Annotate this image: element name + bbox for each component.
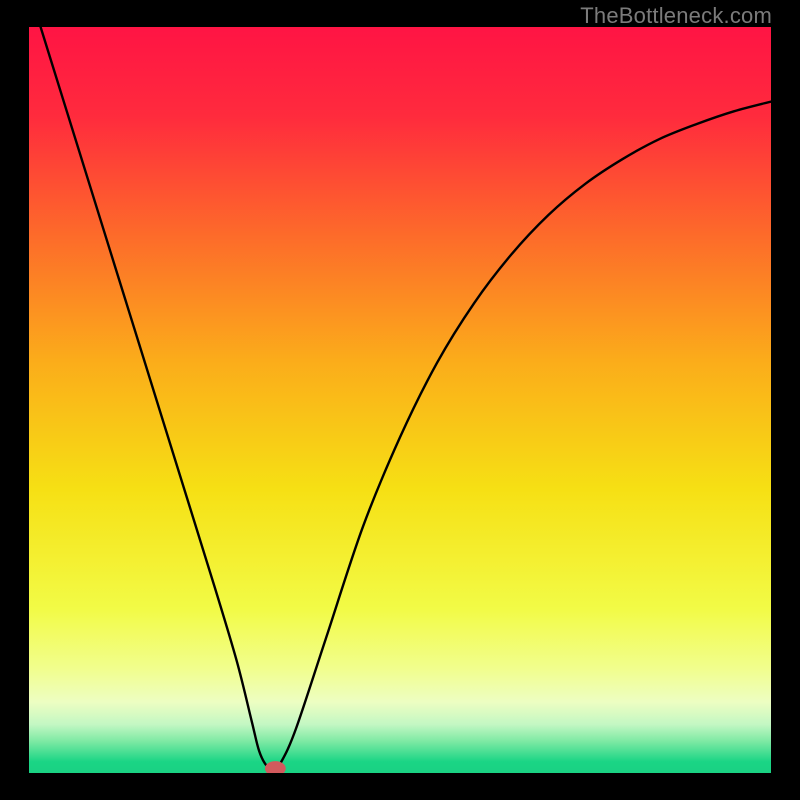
plot-area — [29, 27, 771, 773]
chart-frame: TheBottleneck.com — [0, 0, 800, 800]
watermark-text: TheBottleneck.com — [580, 3, 772, 29]
bottleneck-chart — [29, 27, 771, 773]
